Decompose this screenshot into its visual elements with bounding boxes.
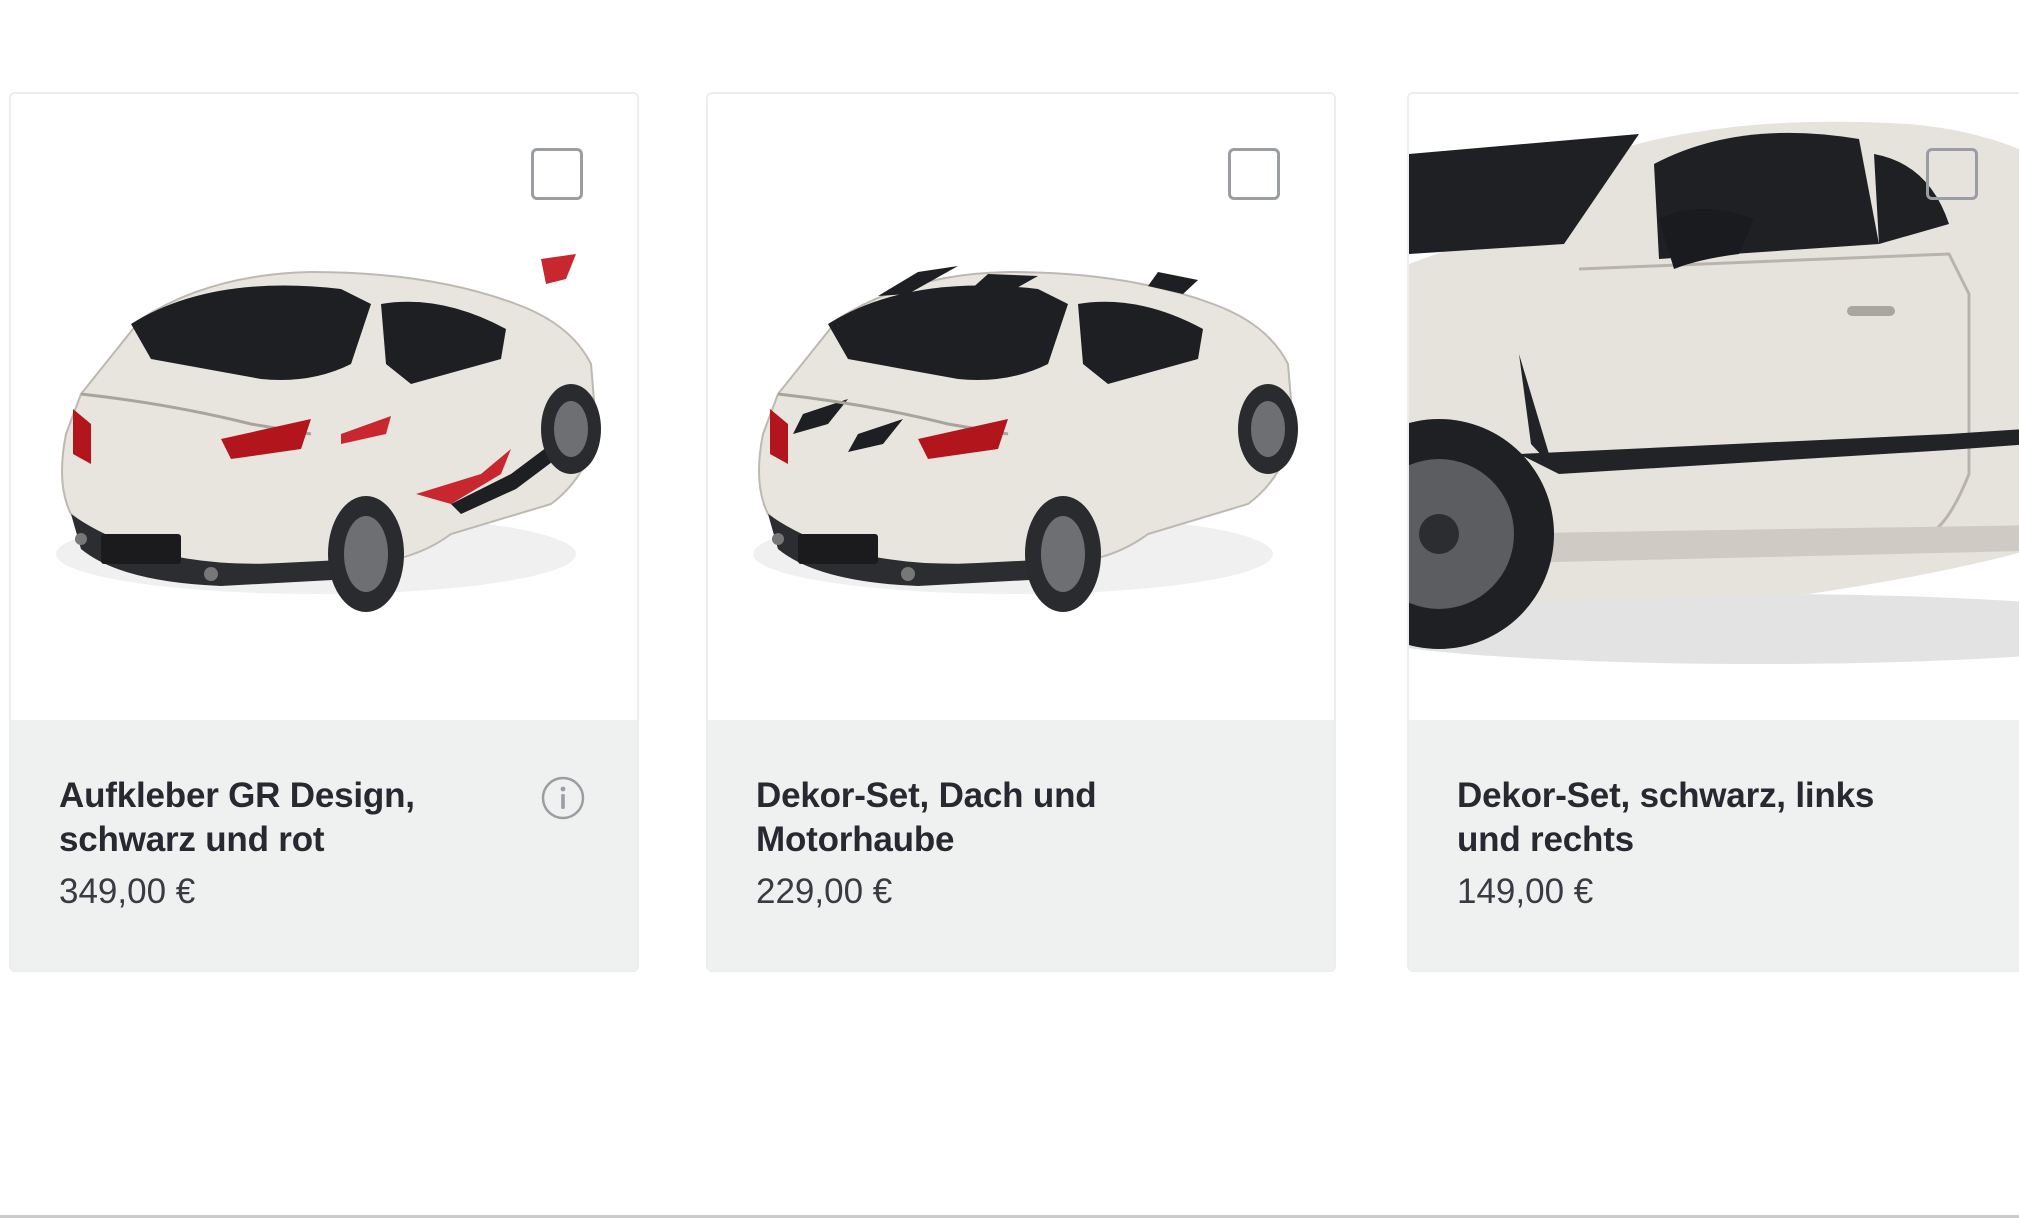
product-image: [1409, 94, 2019, 720]
product-title-line2: schwarz und rot: [59, 820, 325, 859]
product-info: Aufkleber GR Design, schwarz und rot 349…: [11, 720, 637, 970]
accessory-carousel: Aufkleber GR Design, schwarz und rot 349…: [0, 0, 2019, 1218]
product-card-roof-hood-decor[interactable]: Dekor-Set, Dach und Motorhaube 229,00 €: [706, 92, 1336, 972]
product-price: 349,00 €: [59, 872, 196, 911]
product-price: 149,00 €: [1457, 872, 1594, 911]
info-icon[interactable]: [541, 776, 585, 820]
product-card-gr-design-sticker[interactable]: Aufkleber GR Design, schwarz und rot 349…: [9, 92, 639, 972]
product-title: Aufkleber GR Design, schwarz und rot: [59, 774, 479, 862]
product-title-line2: Motorhaube: [756, 820, 955, 859]
product-price: 229,00 €: [756, 872, 893, 911]
product-title-line2: und rechts: [1457, 820, 1634, 859]
product-card-side-decor[interactable]: Dekor-Set, schwarz, links und rechts 149…: [1407, 92, 2019, 972]
product-info: Dekor-Set, schwarz, links und rechts 149…: [1409, 720, 2019, 970]
product-title: Dekor-Set, Dach und Motorhaube: [756, 774, 1176, 862]
product-title-line1: Dekor-Set, schwarz, links: [1457, 776, 1875, 815]
product-image: [11, 94, 637, 720]
product-title: Dekor-Set, schwarz, links und rechts: [1457, 774, 1877, 862]
product-info: Dekor-Set, Dach und Motorhaube 229,00 €: [708, 720, 1334, 970]
page: Aufkleber GR Design, schwarz und rot 349…: [0, 0, 2019, 1218]
select-checkbox[interactable]: [1228, 148, 1280, 200]
product-title-line1: Dekor-Set, Dach und: [756, 776, 1097, 815]
select-checkbox[interactable]: [531, 148, 583, 200]
product-title-line1: Aufkleber GR Design,: [59, 776, 415, 815]
product-image: [708, 94, 1334, 720]
select-checkbox[interactable]: [1926, 148, 1978, 200]
